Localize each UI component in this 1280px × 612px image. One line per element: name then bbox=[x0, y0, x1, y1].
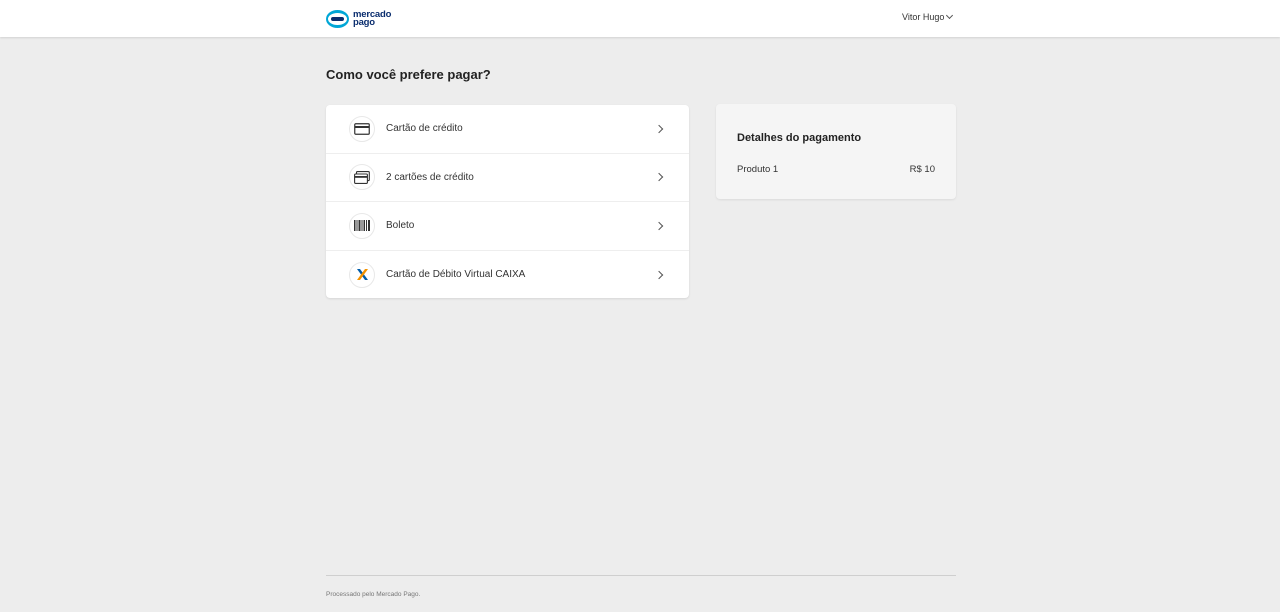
summary-item-name: Produto 1 bbox=[737, 164, 779, 175]
chevron-right-icon bbox=[654, 270, 664, 279]
payment-method-label: 2 cartões de crédito bbox=[386, 171, 474, 183]
payment-method-label: Cartão de Débito Virtual CAIXA bbox=[386, 269, 526, 281]
two-cards-icon bbox=[349, 164, 375, 191]
payment-method-label: Cartão de crédito bbox=[386, 123, 463, 135]
handshake-logo-icon bbox=[326, 10, 349, 28]
chevron-right-icon bbox=[654, 173, 664, 182]
caixa-logo-icon bbox=[349, 261, 375, 288]
credit-card-icon bbox=[349, 115, 375, 142]
mercado-pago-logo[interactable]: mercado pago bbox=[326, 9, 391, 29]
user-menu[interactable]: Vitor Hugo bbox=[902, 11, 954, 22]
page-title: Como você prefere pagar? bbox=[326, 67, 491, 82]
footer-divider bbox=[326, 575, 956, 576]
payment-method-label: Boleto bbox=[386, 220, 415, 232]
summary-item-row: Produto 1 R$ 10 bbox=[737, 164, 935, 175]
logo-wordmark: mercado pago bbox=[353, 10, 391, 28]
payment-method-boleto[interactable]: Boleto bbox=[326, 202, 689, 251]
top-header: mercado pago Vitor Hugo bbox=[0, 0, 1280, 37]
user-name: Vitor Hugo bbox=[902, 12, 945, 22]
payment-method-two-cards[interactable]: 2 cartões de crédito bbox=[326, 154, 689, 202]
payment-method-credit-card[interactable]: Cartão de crédito bbox=[326, 105, 689, 154]
payment-method-caixa-debit[interactable]: Cartão de Débito Virtual CAIXA bbox=[326, 251, 689, 299]
barcode-icon bbox=[349, 212, 375, 239]
payment-methods-list: Cartão de crédito 2 cartões de crédito B… bbox=[326, 105, 689, 298]
chevron-right-icon bbox=[654, 221, 664, 230]
summary-item-price: R$ 10 bbox=[909, 164, 935, 175]
chevron-down-icon bbox=[946, 11, 954, 20]
logo-line-2: pago bbox=[353, 17, 375, 28]
summary-title: Detalhes do pagamento bbox=[737, 132, 862, 144]
chevron-right-icon bbox=[654, 124, 664, 133]
payment-summary-card: Detalhes do pagamento Produto 1 R$ 10 bbox=[716, 104, 956, 199]
footer-text: Processado pelo Mercado Pago. bbox=[326, 591, 421, 598]
